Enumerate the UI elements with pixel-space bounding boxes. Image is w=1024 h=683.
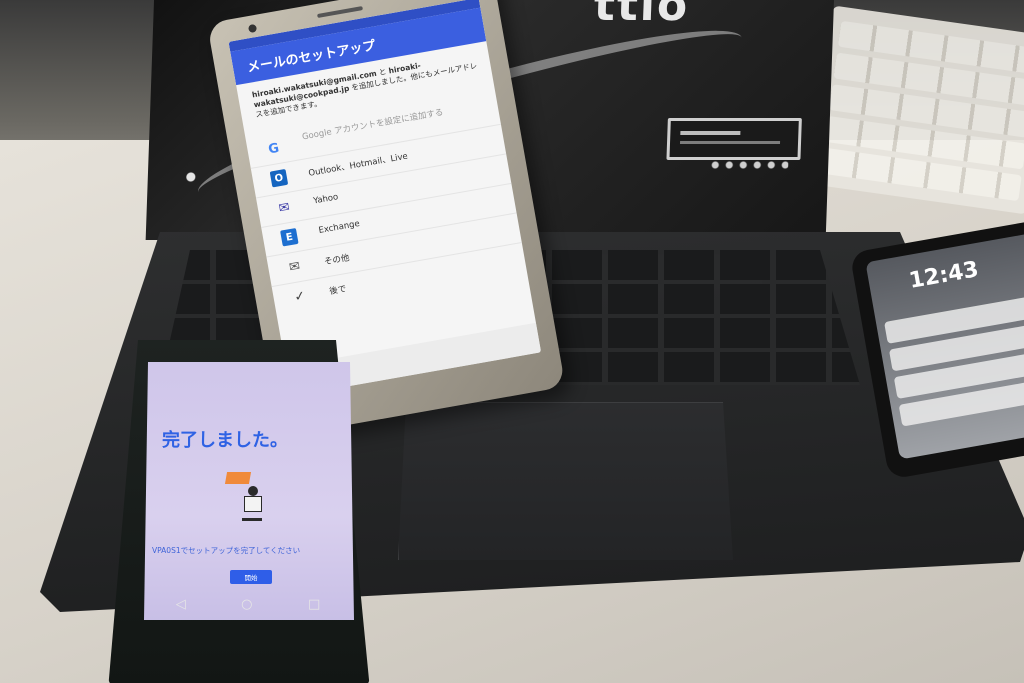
phone-right-screen: 12:43 [865, 229, 1024, 460]
option-label: 後で [328, 284, 348, 298]
laptop-trackpad [398, 402, 733, 560]
start-button[interactable]: 開始 [230, 570, 272, 584]
check-icon: ✓ [293, 288, 307, 305]
speaker-grille [317, 6, 364, 18]
phone-right-clock: 12:43 [907, 257, 981, 294]
photo-scene: ttio 12:43 メールのセットアップ hiroaki.wakatsuki@… [0, 0, 1024, 683]
back-icon[interactable]: ◁ [176, 597, 186, 612]
exchange-icon: E [280, 227, 299, 247]
laptop-tray-icons [708, 160, 789, 170]
home-icon[interactable]: ○ [241, 597, 252, 612]
option-label: Yahoo [312, 192, 340, 207]
celebration-illustration [224, 472, 272, 521]
mail-icon: ✉ [287, 258, 302, 276]
nav-bar: ◁ ○ □ [148, 592, 348, 616]
laptop-window-thumbnail [666, 118, 802, 160]
background-keyboard [808, 5, 1024, 215]
camera-icon [247, 23, 258, 34]
laptop-start-icon [177, 170, 205, 184]
outlook-icon: O [269, 168, 289, 188]
laptop-wallpaper-logo: ttio [592, 0, 691, 31]
complete-title: 完了しました。 [162, 430, 288, 451]
recents-icon[interactable]: □ [308, 597, 320, 612]
option-label: Exchange [317, 218, 361, 236]
setup-complete-screen: 完了しました。 VPA0S1でセットアップを完了してください 開始 [144, 362, 354, 620]
complete-subtitle: VPA0S1でセットアップを完了してください [152, 546, 301, 555]
email-setup-screen: メールのセットアップ hiroaki.wakatsuki@gmail.com と… [228, 0, 542, 397]
google-icon: G [267, 140, 281, 157]
phone-setup-complete: 完了しました。 VPA0S1でセットアップを完了してください 開始 ◁ ○ □ [108, 340, 370, 683]
option-label: その他 [323, 253, 351, 268]
mail-icon: ✉ [277, 199, 291, 217]
